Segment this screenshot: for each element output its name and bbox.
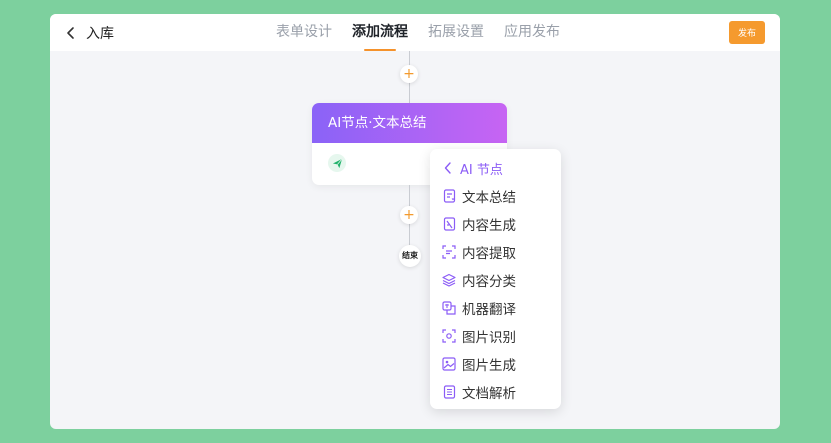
tab-form-design[interactable]: 表单设计 (276, 14, 332, 51)
publish-button[interactable]: 发布 (729, 21, 765, 44)
ai-node-title: AI节点·文本总结 (312, 103, 507, 143)
ai-node-menu: AI 节点 文本总结 内容生成 内容提取 内容分类 机器翻译 图片识别 图片生成… (430, 149, 561, 409)
menu-item-machine-translation[interactable]: 机器翻译 (442, 296, 516, 320)
tab-app-publish[interactable]: 应用发布 (504, 14, 560, 51)
tab-extension-settings[interactable]: 拓展设置 (428, 14, 484, 51)
menu-back-button[interactable]: AI 节点 (444, 157, 503, 179)
menu-item-image-recognition[interactable]: 图片识别 (442, 324, 516, 348)
flow-canvas: + AI节点·文本总结 + 结束 (50, 51, 780, 429)
send-icon (328, 154, 346, 172)
extract-scan-icon (442, 245, 456, 259)
tab-bar: 表单设计 添加流程 拓展设置 应用发布 (276, 14, 580, 51)
document-parse-icon (442, 385, 456, 399)
menu-title: AI 节点 (460, 162, 503, 178)
menu-item-content-extraction[interactable]: 内容提取 (442, 240, 516, 264)
end-node: 结束 (399, 245, 421, 267)
menu-item-text-summary[interactable]: 文本总结 (442, 184, 516, 208)
image-scan-icon (442, 329, 456, 343)
add-node-button-top[interactable]: + (400, 65, 418, 83)
chevron-left-icon (66, 26, 76, 40)
menu-item-image-generation[interactable]: 图片生成 (442, 352, 516, 376)
app-window: 入库 表单设计 添加流程 拓展设置 应用发布 发布 + AI节点·文本总结 + … (50, 14, 780, 429)
page-title: 入库 (86, 26, 114, 42)
generate-doc-icon (442, 217, 456, 231)
back-button[interactable]: 入库 (66, 23, 114, 43)
chevron-left-icon (444, 159, 452, 178)
menu-item-content-generation[interactable]: 内容生成 (442, 212, 516, 236)
translate-icon (442, 301, 456, 315)
menu-item-content-classification[interactable]: 内容分类 (442, 268, 516, 292)
top-bar: 入库 表单设计 添加流程 拓展设置 应用发布 发布 (50, 14, 780, 51)
tab-add-flow[interactable]: 添加流程 (352, 14, 408, 51)
summary-doc-icon (442, 189, 456, 203)
add-node-button-bottom[interactable]: + (400, 206, 418, 224)
layers-icon (442, 273, 456, 287)
menu-item-document-parsing[interactable]: 文档解析 (442, 380, 516, 404)
image-generate-icon (442, 357, 456, 371)
